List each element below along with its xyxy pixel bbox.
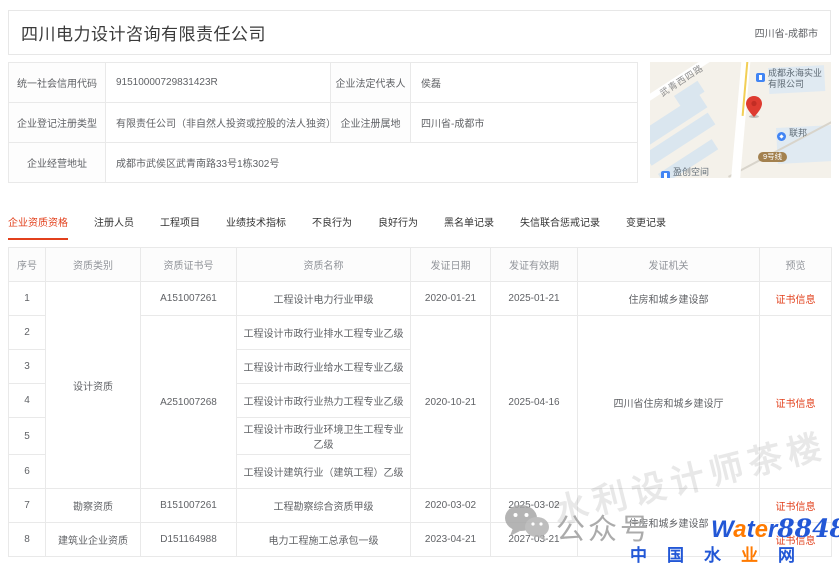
qual-name-cell: 工程设计市政行业热力工程专业乙级 [237, 384, 411, 418]
cert-no-cell: A251007268 [141, 316, 237, 489]
valid-until-cell: 2027-03-21 [491, 523, 578, 557]
category-cell: 勘察资质 [46, 489, 141, 523]
col-header-seq: 序号 [9, 248, 46, 282]
cert-no-cell: B151007261 [141, 489, 237, 523]
poi-lianbang-icon [777, 128, 786, 146]
business-address-value: 成都市武侯区武青南路33号1栋302号 [106, 143, 638, 183]
qual-name-cell: 工程勘察综合资质甲级 [237, 489, 411, 523]
credit-code-value: 91510000729831423R [106, 63, 331, 103]
legal-rep-value: 侯磊 [411, 63, 638, 103]
authority-cell: 住房和城乡建设部 [578, 489, 760, 557]
category-cell: 设计资质 [46, 282, 141, 489]
tab-dishonesty-records[interactable]: 失信联合惩戒记录 [520, 214, 600, 240]
qual-name-cell: 工程设计市政行业环境卫生工程专业乙级 [237, 418, 411, 455]
table-row: 7 勘察资质 B151007261 工程勘察综合资质甲级 2020-03-02 … [9, 489, 832, 523]
registration-type-value: 有限责任公司（非自然人投资或控股的法人独资） [106, 103, 331, 143]
seq-cell: 4 [9, 384, 46, 418]
tab-bar: 企业资质资格 注册人员 工程项目 业绩技术指标 不良行为 良好行为 黑名单记录 … [8, 214, 666, 240]
seq-cell: 7 [9, 489, 46, 523]
credit-code-label: 统一社会信用代码 [9, 63, 106, 103]
col-header-cert-no: 资质证书号 [141, 248, 237, 282]
registration-region-value: 四川省-成都市 [411, 103, 638, 143]
issue-date-cell: 2020-10-21 [411, 316, 491, 489]
info-row: 统一社会信用代码 91510000729831423R 企业法定代表人 侯磊 [9, 63, 638, 103]
seq-cell: 6 [9, 455, 46, 489]
authority-cell: 住房和城乡建设部 [578, 282, 760, 316]
tab-bad-behavior[interactable]: 不良行为 [312, 214, 352, 240]
col-header-name: 资质名称 [237, 248, 411, 282]
qual-name-cell: 电力工程施工总承包一级 [237, 523, 411, 557]
valid-until-cell: 2025-01-21 [491, 282, 578, 316]
tab-blacklist-records[interactable]: 黑名单记录 [444, 214, 494, 240]
col-header-valid-until: 发证有效期 [491, 248, 578, 282]
qual-name-cell: 工程设计建筑行业（建筑工程）乙级 [237, 455, 411, 489]
issue-date-cell: 2020-03-02 [411, 489, 491, 523]
registration-type-label: 企业登记注册类型 [9, 103, 106, 143]
info-row: 企业登记注册类型 有限责任公司（非自然人投资或控股的法人独资） 企业注册属地 四… [9, 103, 638, 143]
poi-yingchuang-icon [661, 167, 670, 178]
tab-change-records[interactable]: 变更记录 [626, 214, 666, 240]
metro-line-badge: 9号线 [758, 152, 787, 162]
qual-name-cell: 工程设计市政行业排水工程专业乙级 [237, 316, 411, 350]
poi-building-icon [756, 69, 765, 87]
qual-name-cell: 工程设计市政行业给水工程专业乙级 [237, 350, 411, 384]
location-pin-icon [746, 96, 762, 122]
seq-cell: 1 [9, 282, 46, 316]
map-poi-company: 成都永海实业 有限公司 [768, 68, 822, 89]
certificate-info-link[interactable]: 证书信息 [776, 295, 816, 306]
company-region: 四川省-成都市 [755, 25, 818, 40]
valid-until-cell: 2025-04-16 [491, 316, 578, 489]
tab-performance-indicators[interactable]: 业绩技术指标 [226, 214, 286, 240]
cert-no-cell: D151164988 [141, 523, 237, 557]
qual-name-cell: 工程设计电力行业甲级 [237, 282, 411, 316]
seq-cell: 3 [9, 350, 46, 384]
seq-cell: 2 [9, 316, 46, 350]
company-profile-page: 四川电力设计咨询有限责任公司 四川省-成都市 统一社会信用代码 91510000… [0, 0, 839, 567]
cert-no-cell: A151007261 [141, 282, 237, 316]
issue-date-cell: 2020-01-21 [411, 282, 491, 316]
tab-good-behavior[interactable]: 良好行为 [378, 214, 418, 240]
info-row: 企业经营地址 成都市武侯区武青南路33号1栋302号 [9, 143, 638, 183]
certificate-info-link[interactable]: 证书信息 [776, 502, 816, 513]
company-info-table: 统一社会信用代码 91510000729831423R 企业法定代表人 侯磊 企… [8, 62, 638, 183]
qual-header-row: 序号 资质类别 资质证书号 资质名称 发证日期 发证有效期 发证机关 预览 [9, 248, 832, 282]
page-title: 四川电力设计咨询有限责任公司 [21, 20, 266, 45]
col-header-preview: 预览 [760, 248, 832, 282]
legal-rep-label: 企业法定代表人 [331, 63, 411, 103]
tab-projects[interactable]: 工程项目 [160, 214, 200, 240]
seq-cell: 8 [9, 523, 46, 557]
business-address-label: 企业经营地址 [9, 143, 106, 183]
title-card: 四川电力设计咨询有限责任公司 四川省-成都市 [8, 10, 831, 55]
location-map[interactable]: 武青西四路 成都永海实业 有限公司 联邦 9号线 盈创空间 [650, 62, 831, 178]
col-header-category: 资质类别 [46, 248, 141, 282]
authority-cell: 四川省住房和城乡建设厅 [578, 316, 760, 489]
issue-date-cell: 2023-04-21 [411, 523, 491, 557]
registration-region-label: 企业注册属地 [331, 103, 411, 143]
col-header-authority: 发证机关 [578, 248, 760, 282]
qualification-table: 序号 资质类别 资质证书号 资质名称 发证日期 发证有效期 发证机关 预览 1 … [8, 247, 832, 557]
table-row: 1 设计资质 A151007261 工程设计电力行业甲级 2020-01-21 … [9, 282, 832, 316]
certificate-info-link[interactable]: 证书信息 [776, 536, 816, 547]
col-header-issue-date: 发证日期 [411, 248, 491, 282]
seq-cell: 5 [9, 418, 46, 455]
tab-registered-personnel[interactable]: 注册人员 [94, 214, 134, 240]
map-poi-lianbang: 联邦 [789, 128, 807, 139]
category-cell: 建筑业企业资质 [46, 523, 141, 557]
tab-qualifications[interactable]: 企业资质资格 [8, 214, 68, 240]
map-poi-yingchuang: 盈创空间 [673, 167, 709, 178]
map-poi-company-line1: 成都永海实业 [768, 68, 822, 79]
map-poi-company-line2: 有限公司 [768, 79, 822, 90]
certificate-info-link[interactable]: 证书信息 [776, 399, 816, 410]
valid-until-cell: 2025-03-02 [491, 489, 578, 523]
